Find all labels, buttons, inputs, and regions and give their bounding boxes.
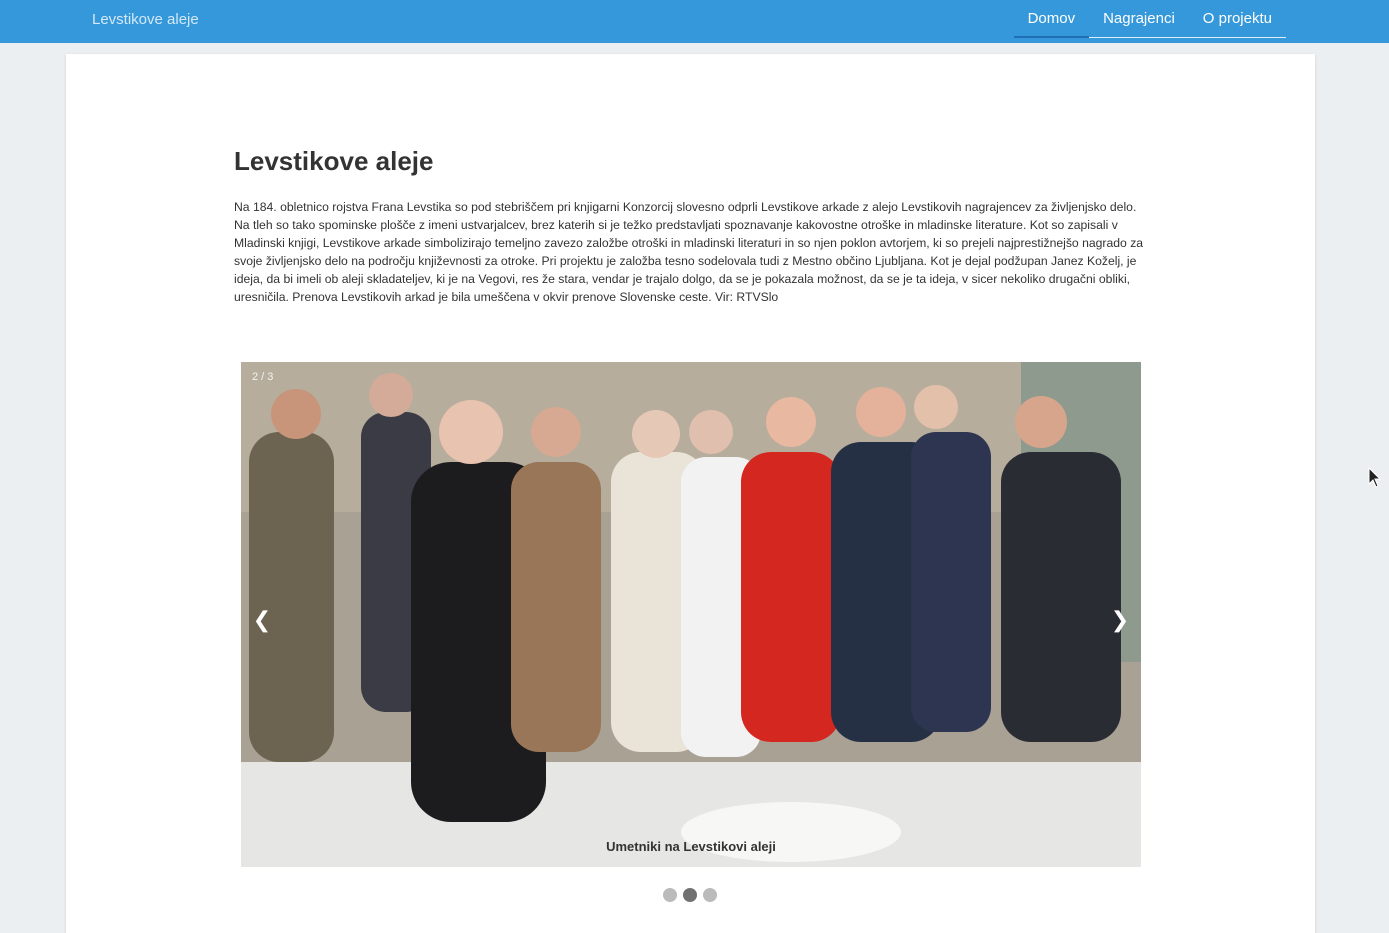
slide-dots — [663, 888, 717, 902]
slideshow: 2 / 3 ❮ ❯ Umetniki na Levstikovi aleji — [241, 362, 1141, 867]
top-navbar: Levstikove aleje Domov Nagrajenci O proj… — [0, 0, 1389, 43]
slide-dot-3[interactable] — [703, 888, 717, 902]
slide-photo — [241, 362, 1141, 867]
nav-item-domov[interactable]: Domov — [1013, 0, 1090, 38]
slide-dot-2[interactable] — [683, 888, 697, 902]
slide-caption: Umetniki na Levstikovi aleji — [606, 839, 776, 854]
next-slide-button[interactable]: ❯ — [1108, 605, 1132, 635]
page-title: Levstikove aleje — [234, 146, 434, 176]
prev-slide-button[interactable]: ❮ — [250, 605, 274, 635]
nav-item-o-projektu[interactable]: O projektu — [1188, 0, 1286, 38]
brand-link[interactable]: Levstikove aleje — [92, 11, 199, 28]
nav-menu: Domov Nagrajenci O projektu — [1013, 0, 1286, 43]
mouse-cursor-icon — [1368, 467, 1382, 488]
intro-text: Na 184. obletnico rojstva Frana Levstika… — [234, 200, 1144, 304]
nav-item-nagrajenci[interactable]: Nagrajenci — [1089, 0, 1189, 38]
slide-counter: 2 / 3 — [252, 371, 274, 383]
slide-dot-1[interactable] — [663, 888, 677, 902]
